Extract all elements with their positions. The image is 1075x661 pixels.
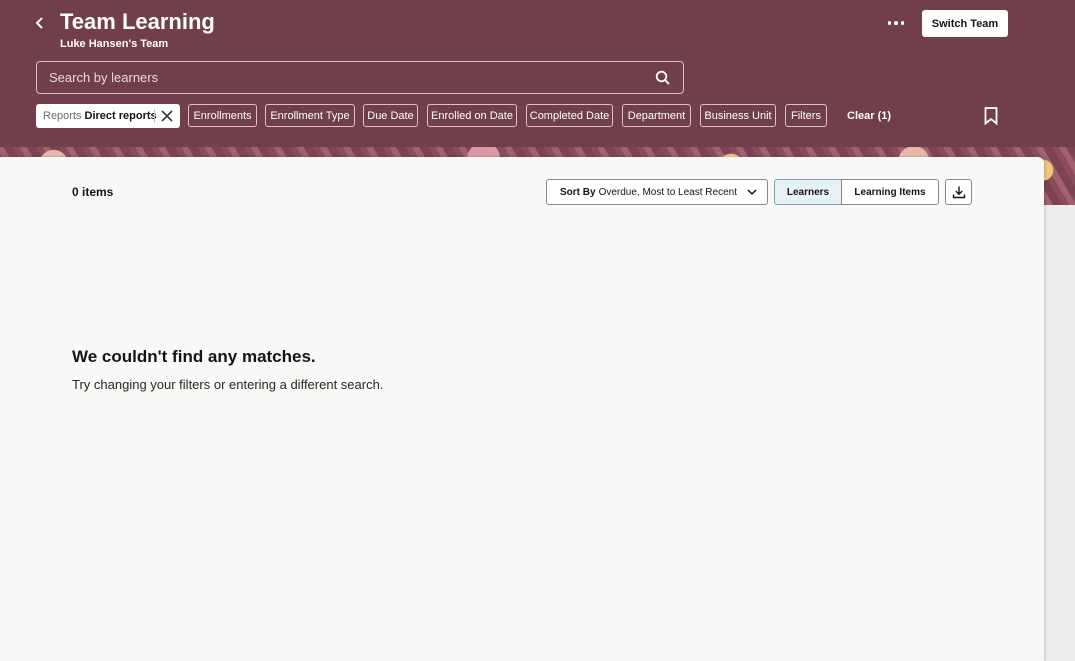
- filter-chip-enrolled-on-date[interactable]: Enrolled on Date: [427, 104, 517, 127]
- back-button[interactable]: [30, 12, 50, 34]
- page-title: Team Learning: [60, 9, 215, 34]
- filter-chip-business-unit[interactable]: Business Unit: [700, 104, 776, 127]
- switch-team-button[interactable]: Switch Team: [922, 10, 1008, 37]
- filter-chip-department[interactable]: Department: [622, 104, 691, 127]
- clear-filters-button[interactable]: Clear (1): [847, 110, 891, 122]
- search-icon[interactable]: [655, 70, 671, 86]
- filter-chip-completed-date[interactable]: Completed Date: [526, 104, 613, 127]
- sort-value: Overdue, Most to Least Recent: [598, 186, 737, 198]
- download-icon: [952, 186, 965, 199]
- download-button[interactable]: [945, 179, 972, 205]
- active-filter-value: Direct reports: [84, 110, 157, 122]
- close-icon[interactable]: [159, 108, 175, 124]
- view-toggle-learning-items[interactable]: Learning Items: [841, 179, 939, 205]
- filter-chip-enrollment-type[interactable]: Enrollment Type: [265, 104, 355, 127]
- bookmark-icon[interactable]: [983, 106, 999, 126]
- more-icon: [887, 21, 892, 25]
- sort-label: Sort By: [560, 186, 596, 198]
- active-filter-chip[interactable]: Reports Direct reports: [36, 104, 180, 128]
- filter-chip-due-date[interactable]: Due Date: [363, 104, 418, 127]
- empty-state-title: We couldn't find any matches.: [72, 347, 316, 366]
- active-filter-label: Reports: [43, 110, 82, 122]
- divider: [154, 109, 155, 123]
- page-subtitle: Luke Hansen's Team: [60, 38, 169, 50]
- filter-chip-filters[interactable]: Filters: [785, 104, 827, 127]
- sort-dropdown[interactable]: Sort By Overdue, Most to Least Recent: [546, 179, 768, 205]
- search-box[interactable]: [36, 61, 684, 94]
- empty-state-message: Try changing your filters or entering a …: [72, 377, 384, 392]
- results-panel: 0 items Sort By Overdue, Most to Least R…: [0, 157, 1044, 661]
- filter-chip-enrollments[interactable]: Enrollments: [188, 104, 257, 127]
- chevron-down-icon: [746, 186, 758, 198]
- view-toggle-learners[interactable]: Learners: [774, 179, 842, 205]
- search-input[interactable]: [49, 70, 655, 85]
- chevron-left-icon: [35, 17, 43, 29]
- more-actions-button[interactable]: [884, 14, 908, 32]
- results-count: 0 items: [72, 185, 114, 199]
